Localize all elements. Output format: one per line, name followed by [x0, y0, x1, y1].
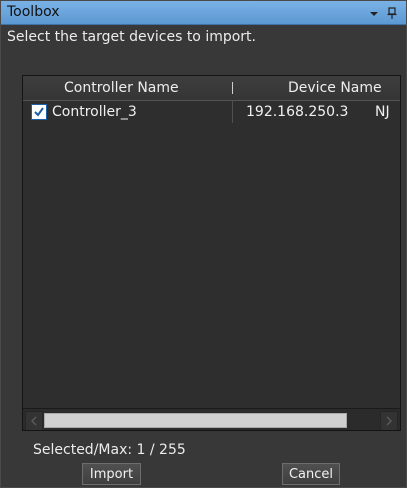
device-list[interactable]: Controller Name Device Name Controller_3… — [22, 75, 401, 431]
table-row[interactable]: Controller_3 192.168.250.3 NJ — [23, 101, 400, 123]
dropdown-icon[interactable] — [367, 5, 381, 19]
column-divider[interactable] — [232, 82, 233, 94]
checkmark-icon — [33, 106, 45, 118]
pin-icon[interactable] — [385, 5, 399, 19]
column-header: Controller Name Device Name — [23, 76, 400, 101]
device-name-cell: 192.168.250.3 — [246, 104, 349, 120]
row-checkbox[interactable] — [31, 104, 47, 120]
device-type-cell: NJ — [375, 104, 390, 120]
window-title: Toolbox — [7, 4, 60, 20]
toolbox-window: Toolbox Select the target devices to imp… — [0, 0, 407, 488]
import-button[interactable]: Import — [82, 463, 141, 485]
cancel-button[interactable]: Cancel — [282, 463, 340, 485]
column-header-device-name[interactable]: Device Name — [288, 80, 382, 96]
selected-count-label: Selected/Max: 1 / 255 — [33, 442, 186, 458]
titlebar: Toolbox — [1, 1, 406, 25]
scroll-left-icon[interactable] — [25, 411, 43, 430]
scroll-thumb[interactable] — [44, 413, 347, 428]
controller-name-cell: Controller_3 — [52, 104, 137, 120]
scroll-right-icon[interactable] — [380, 411, 398, 430]
row-column-divider — [232, 101, 233, 123]
horizontal-scrollbar[interactable] — [23, 408, 400, 430]
column-header-controller-name[interactable]: Controller Name — [64, 80, 179, 96]
instruction-text: Select the target devices to import. — [7, 29, 256, 45]
